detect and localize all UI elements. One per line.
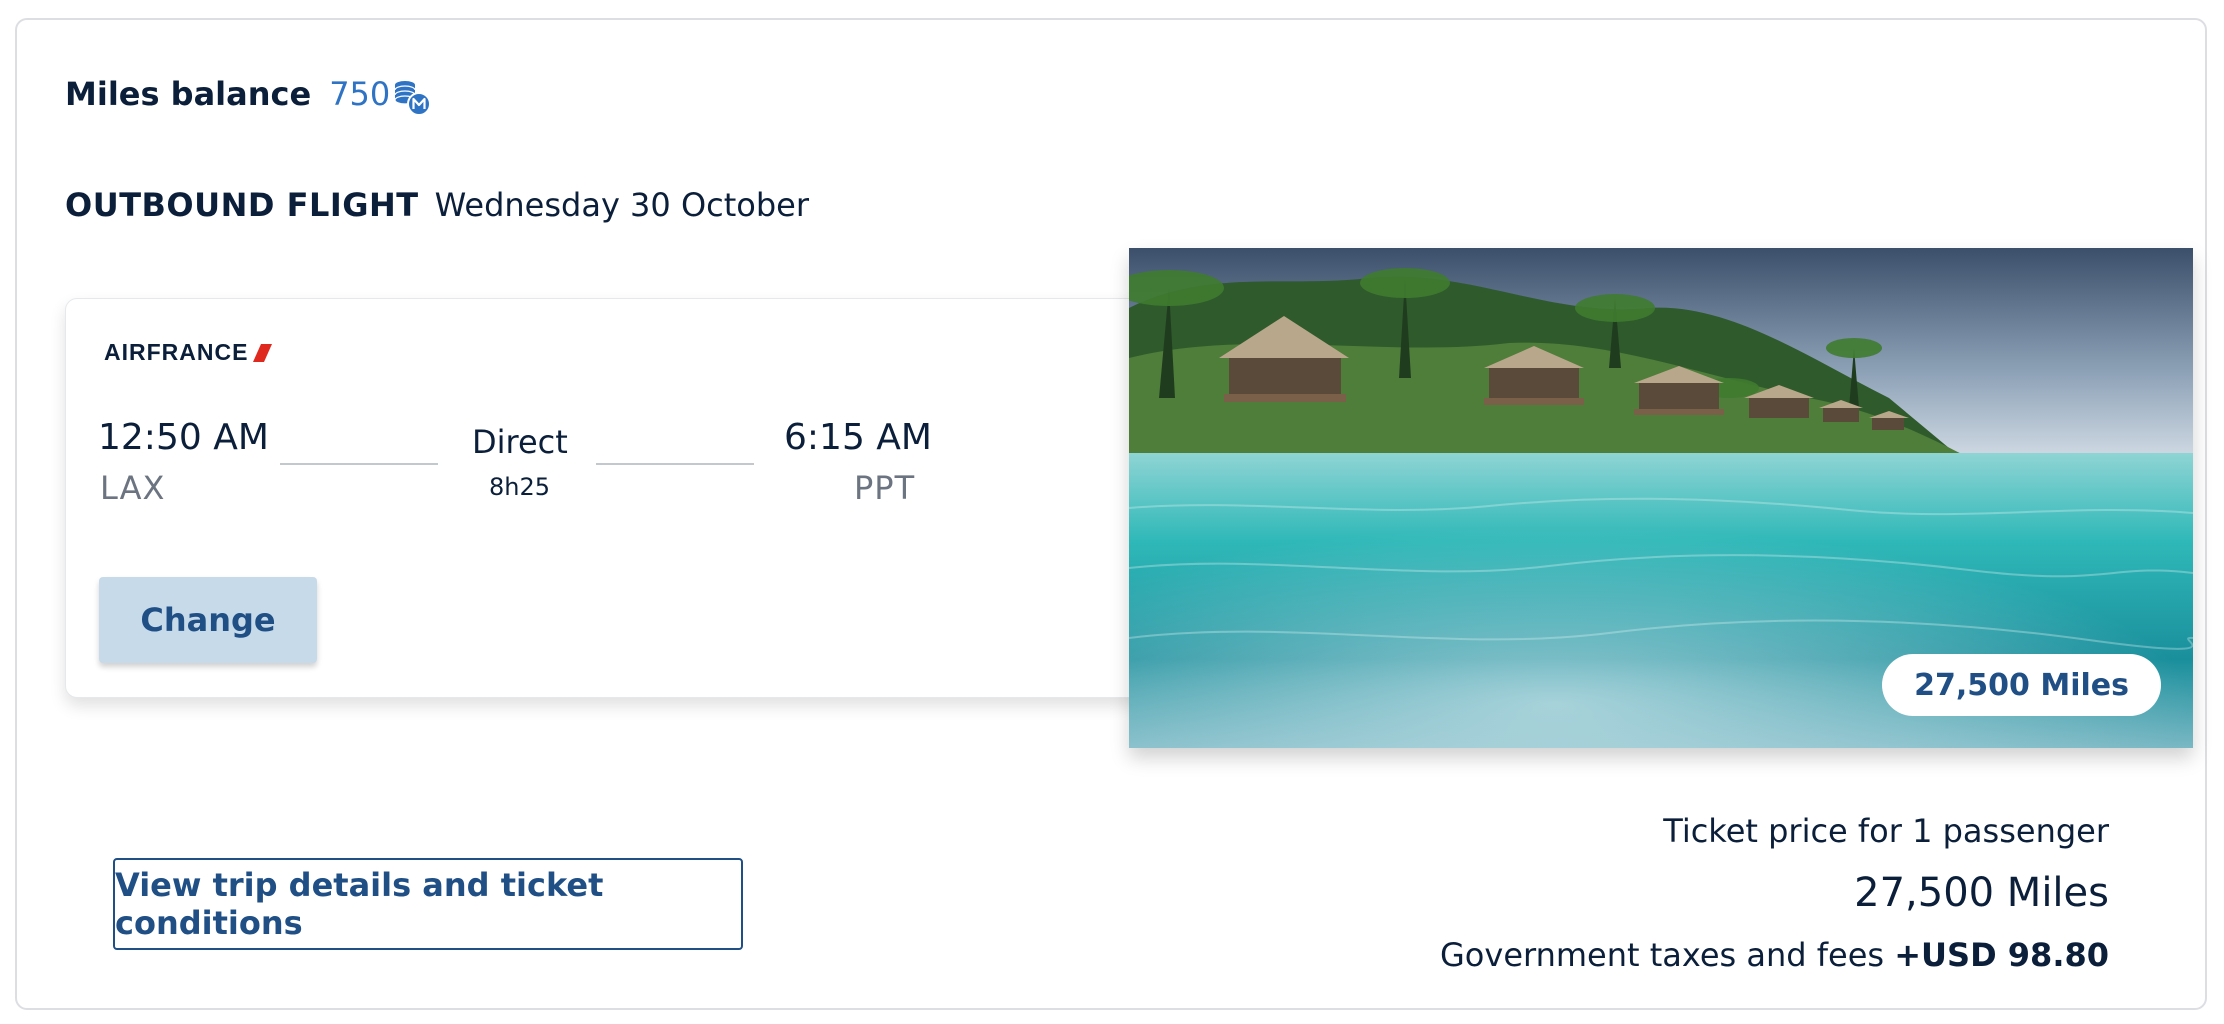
flight-summary-card: Miles balance 750 OUTBOUND FLIGHT Wednes… bbox=[15, 18, 2207, 1010]
miles-balance-label: Miles balance bbox=[65, 75, 312, 113]
air-france-stripe-icon bbox=[253, 343, 273, 362]
taxes-value: +USD 98.80 bbox=[1894, 936, 2109, 974]
outbound-header: OUTBOUND FLIGHT Wednesday 30 October bbox=[65, 186, 809, 224]
flight-duration: 8h25 bbox=[489, 473, 551, 501]
route-line-right bbox=[596, 463, 754, 465]
taxes-label: Government taxes and fees bbox=[1440, 936, 1895, 974]
arrival-time: 6:15 AM bbox=[784, 417, 932, 458]
outbound-date: Wednesday 30 October bbox=[434, 186, 809, 224]
miles-balance-value: 750 bbox=[329, 75, 391, 113]
airline-logo: AIRFRANCE bbox=[104, 339, 274, 366]
destination-image: 27,500 Miles bbox=[1129, 248, 2193, 748]
stops-label: Direct bbox=[472, 423, 568, 461]
flight-card: AIRFRANCE 12:50 AM LAX Direct 8h25 6:15 … bbox=[65, 298, 1205, 698]
departure-airport: LAX bbox=[100, 469, 166, 507]
change-flight-button[interactable]: Change bbox=[99, 577, 317, 663]
airline-name: AIRFRANCE bbox=[104, 339, 249, 365]
price-caption: Ticket price for 1 passenger bbox=[1663, 812, 2109, 850]
coin-stack-m-icon bbox=[394, 81, 432, 116]
miles-balance: Miles balance 750 bbox=[65, 74, 432, 116]
price-summary: Ticket price for 1 passenger 27,500 Mile… bbox=[1440, 812, 2109, 974]
arrival-airport: PPT bbox=[854, 469, 916, 507]
price-miles: 27,500 Miles bbox=[1854, 870, 2109, 916]
outbound-label: OUTBOUND FLIGHT bbox=[65, 186, 419, 224]
route-line-left bbox=[280, 463, 438, 465]
miles-price-badge: 27,500 Miles bbox=[1882, 654, 2161, 716]
taxes-and-fees: Government taxes and fees +USD 98.80 bbox=[1440, 936, 2109, 974]
view-trip-details-button[interactable]: View trip details and ticket conditions bbox=[113, 858, 743, 950]
departure-time: 12:50 AM bbox=[98, 417, 269, 458]
